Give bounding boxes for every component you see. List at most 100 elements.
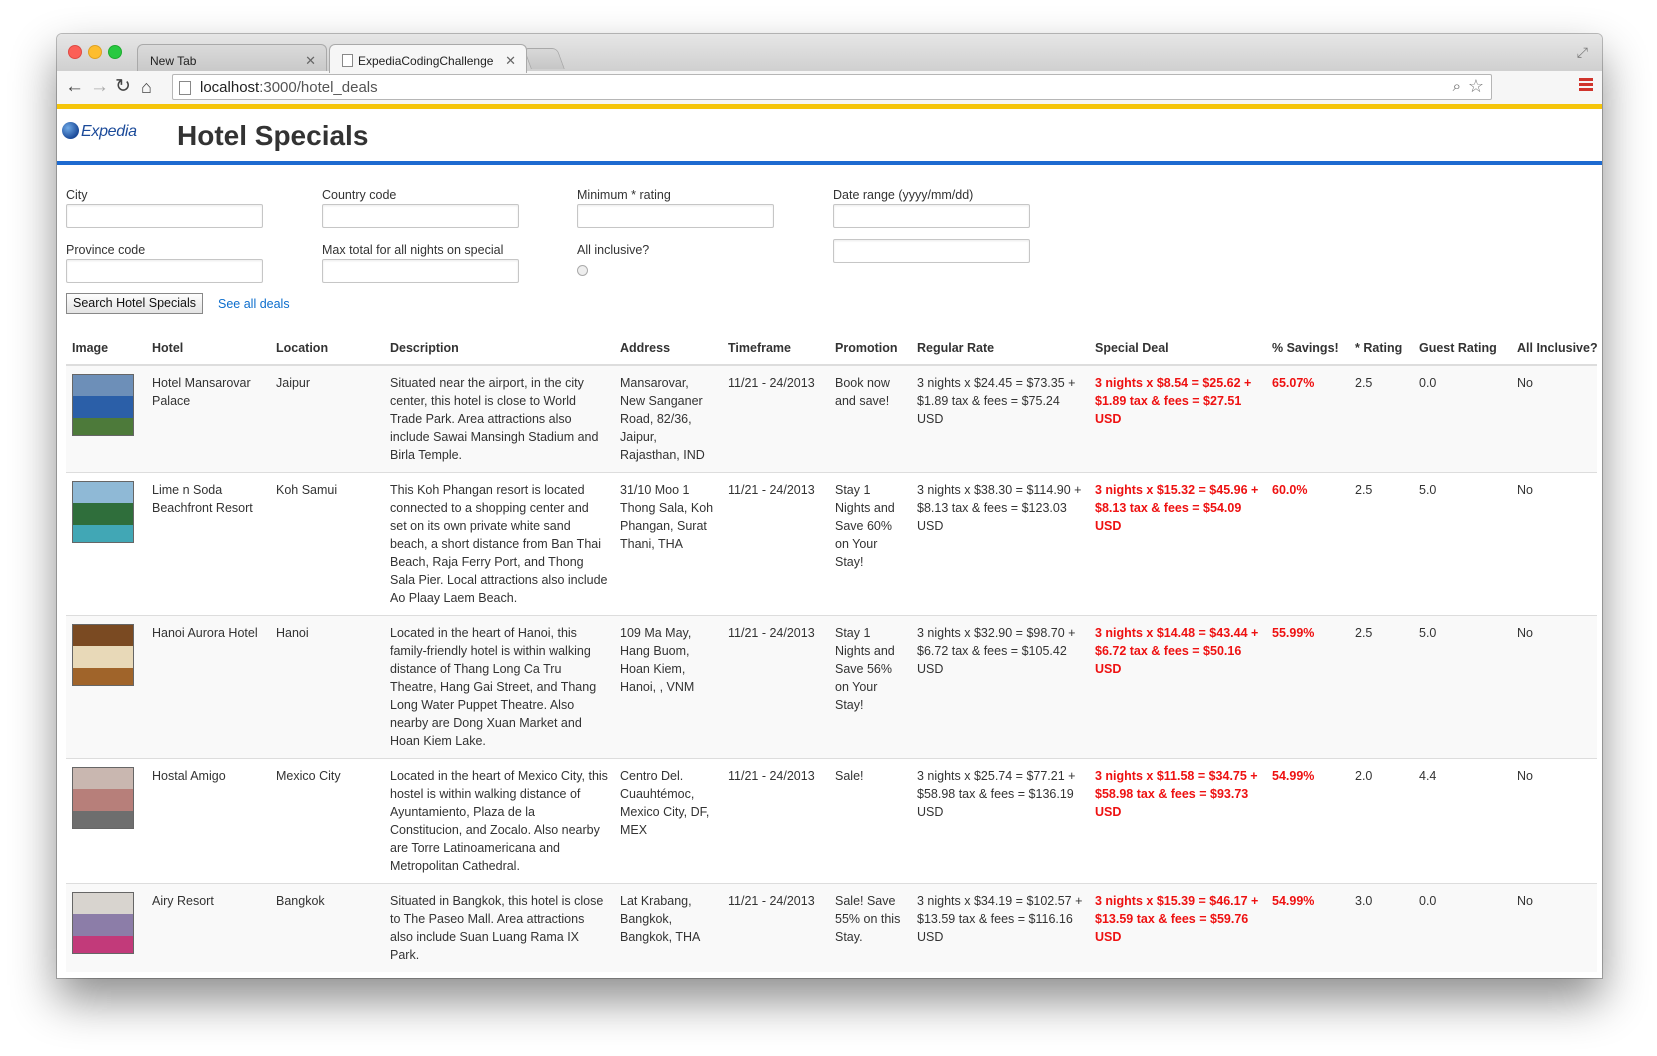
all-inclusive: No [1511,883,1597,972]
hotel-thumbnail[interactable] [72,892,134,954]
column-header-image: Image [66,332,146,366]
image-cell [66,883,146,972]
savings: 65.07% [1266,364,1349,473]
hotel-thumbnail[interactable] [72,481,134,543]
star-rating: 2.0 [1349,758,1413,884]
image-cell [66,472,146,616]
all-inclusive-radio[interactable] [577,265,588,276]
location: Hanoi [270,615,384,759]
province-code-input[interactable] [66,259,263,283]
description: Located in the heart of Hanoi, this fami… [384,615,614,759]
page-icon [342,54,353,67]
promotion: Sale! Save 55% on this Stay. [829,883,911,972]
savings: 55.99% [1266,615,1349,759]
table-row: Hostal Amigo Mexico City Located in the … [66,758,1597,884]
table-row: Hanoi Aurora Hotel Hanoi Located in the … [66,615,1597,759]
star-rating: 2.5 [1349,472,1413,616]
special-deal: 3 nights x $14.48 = $43.44 + $6.72 tax &… [1089,615,1266,759]
browser-toolbar: ← → ↻ ⌂ localhost:3000/hotel_deals ⌕ ☆ [57,71,1602,105]
zoom-window-button[interactable] [108,45,122,59]
close-tab-icon[interactable]: ✕ [505,53,516,69]
url-text[interactable]: localhost:3000/hotel_deals [200,79,378,96]
tab-label: New Tab [150,54,197,68]
regular-rate: 3 nights x $38.30 = $114.90 + $8.13 tax … [911,472,1089,616]
page-header: Expedia Hotel Specials [57,109,1602,161]
guest-rating: 0.0 [1413,364,1511,473]
hotel-thumbnail[interactable] [72,624,134,686]
location: Jaipur [270,364,384,473]
image-cell [66,615,146,759]
image-cell [66,758,146,884]
close-tab-icon[interactable]: ✕ [305,53,316,69]
tab-strip: New Tab ✕ ExpediaCodingChallenge ✕ ⤢ [57,34,1602,73]
hotel-thumbnail[interactable] [72,767,134,829]
all-inclusive: No [1511,364,1597,473]
column-header-timeframe: Timeframe [722,332,829,366]
max-total-input[interactable] [322,259,519,283]
timeframe: 11/21 - 24/2013 [722,758,829,884]
address-bar[interactable]: localhost:3000/hotel_deals ⌕ ☆ [172,74,1492,100]
special-deal: 3 nights x $15.39 = $46.17 + $13.59 tax … [1089,883,1266,972]
country-code-input[interactable] [322,204,519,228]
date-range-start-input[interactable] [833,204,1030,228]
menu-icon[interactable] [1579,78,1593,93]
reload-icon[interactable]: ↻ [115,76,131,98]
province-code-label: Province code [66,243,146,257]
all-inclusive: No [1511,472,1597,616]
regular-rate: 3 nights x $32.90 = $98.70 + $6.72 tax &… [911,615,1089,759]
all-inclusive-label: All inclusive? [577,243,650,257]
savings: 54.99% [1266,758,1349,884]
see-all-deals-link[interactable]: See all deals [218,297,290,311]
expedia-logo[interactable]: Expedia [62,122,137,141]
hotel-deals-table: Image Hotel Location Description Address… [66,332,1598,972]
page-content: Expedia Hotel Specials City Country code… [57,109,1602,978]
image-cell [66,364,146,473]
description: This Koh Phangan resort is located conne… [384,472,614,616]
special-deal: 3 nights x $11.58 = $34.75 + $58.98 tax … [1089,758,1266,884]
tab-new-tab[interactable]: New Tab ✕ [137,44,327,72]
search-hotel-specials-button[interactable]: Search Hotel Specials [66,293,203,314]
guest-rating: 5.0 [1413,615,1511,759]
minimize-window-button[interactable] [88,45,102,59]
guest-rating: 4.4 [1413,758,1511,884]
location: Koh Samui [270,472,384,616]
min-rating-label: Minimum * rating [577,188,671,202]
guest-rating: 0.0 [1413,883,1511,972]
date-range-end-input[interactable] [833,239,1030,263]
back-arrow-icon[interactable]: ← [65,76,84,98]
column-header-address: Address [614,332,722,366]
home-icon[interactable]: ⌂ [141,76,152,98]
description: Situated in Bangkok, this hotel is close… [384,883,614,972]
close-window-button[interactable] [68,45,82,59]
zoom-icon[interactable]: ⌕ [1453,78,1461,95]
column-header-promotion: Promotion [829,332,911,366]
guest-rating: 5.0 [1413,472,1511,616]
special-deal: 3 nights x $8.54 = $25.62 + $1.89 tax & … [1089,364,1266,473]
hotel-name: Airy Resort [146,883,270,972]
city-input[interactable] [66,204,263,228]
savings: 54.99% [1266,883,1349,972]
promotion: Stay 1 Nights and Save 56% on Your Stay! [829,615,911,759]
address: Mansarovar, New Sanganer Road, 82/36, Ja… [614,364,722,473]
min-rating-input[interactable] [577,204,774,228]
new-tab-button[interactable] [523,48,565,69]
forward-arrow-icon[interactable]: → [90,76,109,98]
hotel-name: Lime n Soda Beachfront Resort [146,472,270,616]
tab-expedia-coding-challenge[interactable]: ExpediaCodingChallenge ✕ [329,44,527,73]
bookmark-star-icon[interactable]: ☆ [1468,76,1484,97]
column-header-star-rating: * Rating [1349,332,1413,366]
savings: 60.0% [1266,472,1349,616]
browser-window: New Tab ✕ ExpediaCodingChallenge ✕ ⤢ ← →… [57,34,1602,978]
timeframe: 11/21 - 24/2013 [722,472,829,616]
fullscreen-icon[interactable]: ⤢ [1577,44,1588,61]
promotion: Stay 1 Nights and Save 60% on Your Stay! [829,472,911,616]
max-total-label: Max total for all nights on special [322,243,504,257]
tab-label: ExpediaCodingChallenge [358,54,494,68]
hotel-thumbnail[interactable] [72,374,134,436]
page-icon [179,81,191,95]
column-header-all-inclusive: All Inclusive? [1511,332,1598,366]
column-header-hotel: Hotel [146,332,270,366]
column-header-location: Location [270,332,384,366]
star-rating: 2.5 [1349,364,1413,473]
promotion: Book now and save! [829,364,911,473]
